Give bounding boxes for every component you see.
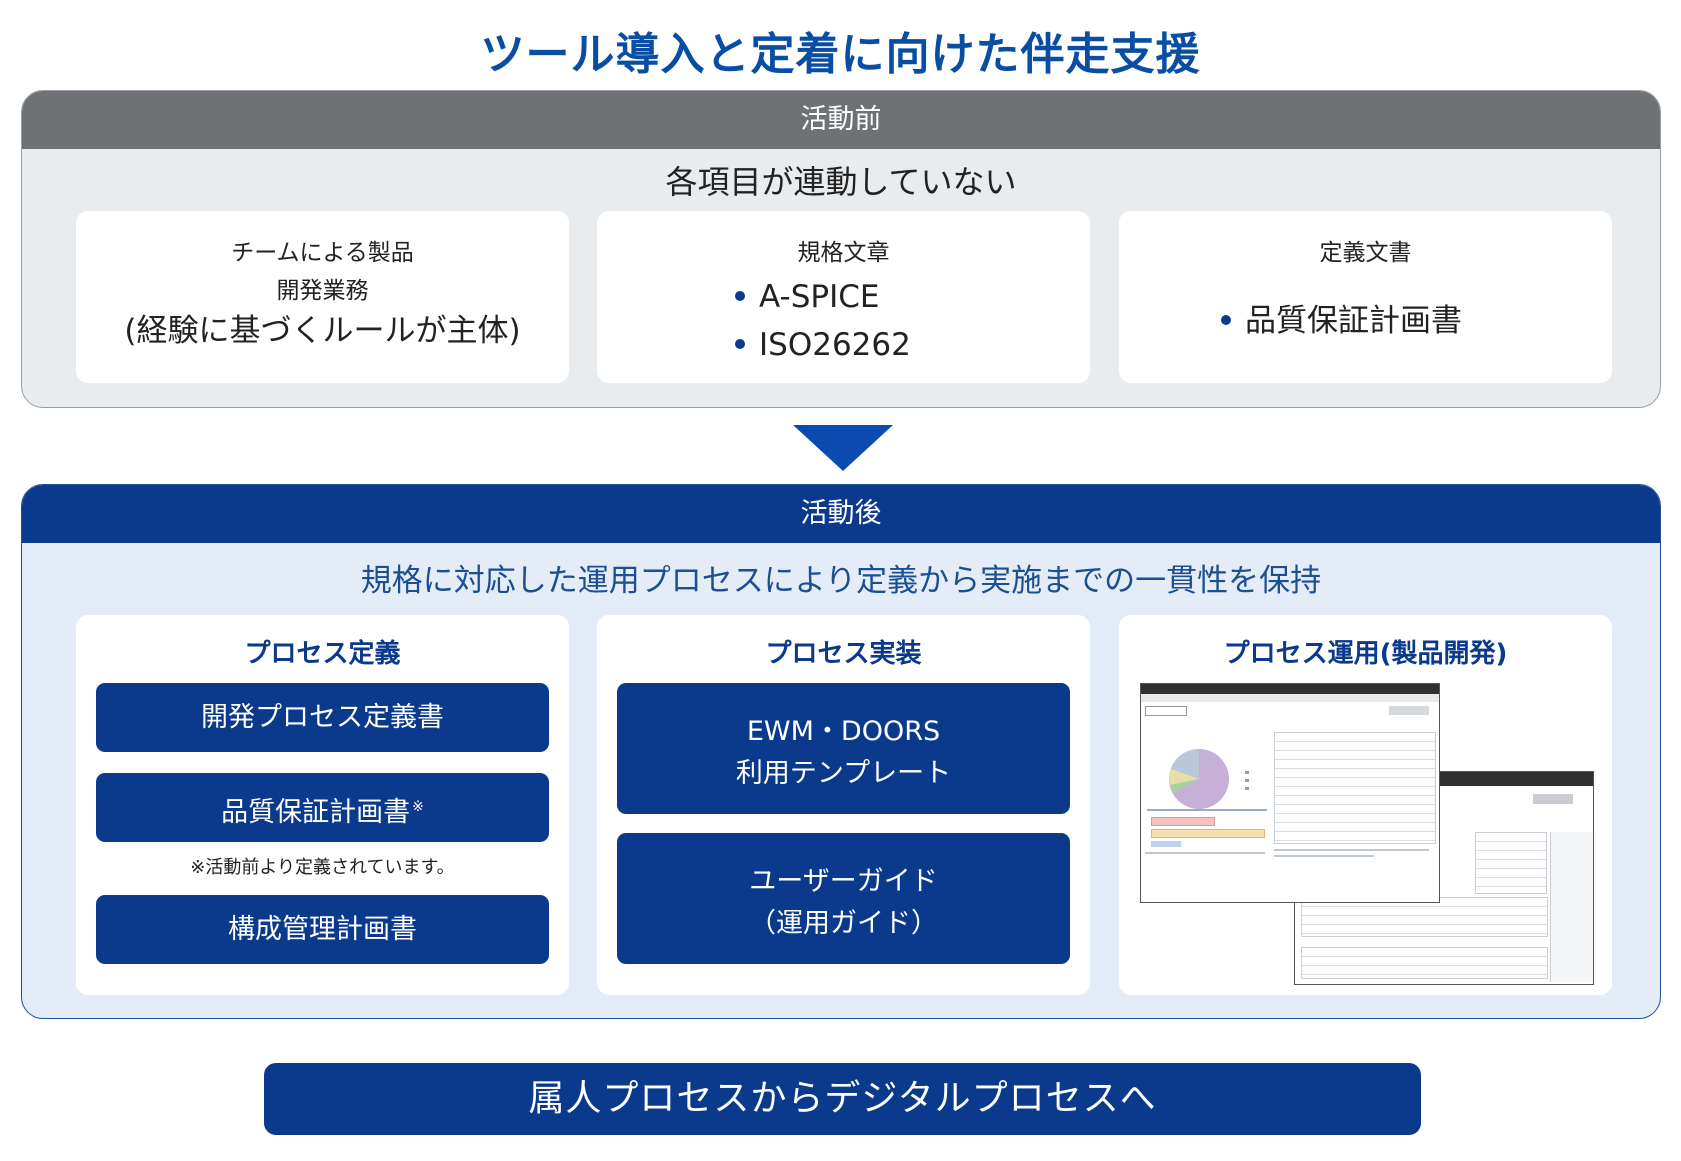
team-line-2: 開発業務 [276,278,369,304]
list-item: 品質保証計画書 [1221,297,1462,345]
standards-list: A-SPICE ISO26262 [735,273,911,369]
conclusion-banner: 属人プロセスからデジタルプロセスへ [264,1063,1421,1135]
before-card-definitions: 定義文書 品質保証計画書 [1119,211,1612,383]
list-item: A-SPICE [735,273,911,321]
before-card-standards: 規格文章 A-SPICE ISO26262 [597,211,1090,383]
definitions-heading: 定義文書 [1319,240,1412,266]
process-definition-title: プロセス定義 [244,639,401,669]
process-implementation-title: プロセス実装 [765,639,922,669]
before-subtitle: 各項目が連動していない [665,163,1017,201]
bullet-icon [735,290,745,301]
dev-process-definition-button: 開発プロセス定義書 [96,683,549,752]
asterisk-mark: ※ [412,799,424,815]
process-operation-card: プロセス運用(製品開発) [1119,615,1612,995]
definitions-list: 品質保証計画書 [1221,297,1462,345]
before-header: 活動前 [22,91,1660,149]
process-implementation-card: プロセス実装 EWM・DOORS 利用テンプレート ユーザーガイド （運用ガイド… [597,615,1090,995]
qa-plan-button: 品質保証計画書 ※ [96,773,549,842]
bullet-icon [1221,314,1231,325]
before-card-team: チームによる製品 開発業務 (経験に基づくルールが主体) [76,211,569,383]
page-title: ツール導入と定着に向けた伴走支援 [480,29,1201,80]
template-button: EWM・DOORS 利用テンプレート [617,683,1070,814]
before-panel: 活動前 各項目が連動していない チームによる製品 開発業務 (経験に基づくルール… [21,90,1661,408]
after-subtitle: 規格に対応した運用プロセスにより定義から実施までの一貫性を保持 [360,563,1322,599]
config-mgmt-plan-button: 構成管理計画書 [96,895,549,964]
team-line-3: (経験に基づくルールが主体) [124,313,521,349]
down-arrow-icon [793,425,893,471]
process-definition-card: プロセス定義 開発プロセス定義書 品質保証計画書 ※ ※活動前より定義されています… [76,615,569,995]
tool-screenshot-front [1140,683,1440,903]
after-panel: 活動後 規格に対応した運用プロセスにより定義から実施までの一貫性を保持 プロセス… [21,484,1661,1019]
qa-plan-note: ※活動前より定義されています。 [190,857,455,878]
process-operation-title: プロセス運用(製品開発) [1223,639,1508,669]
pie-chart-thumbnail [1169,749,1249,809]
user-guide-button: ユーザーガイド （運用ガイド） [617,833,1070,964]
bullet-icon [735,338,745,349]
list-item: ISO26262 [735,321,911,369]
standards-heading: 規格文章 [797,240,890,266]
after-header: 活動後 [22,485,1660,543]
team-line-1: チームによる製品 [231,240,414,266]
